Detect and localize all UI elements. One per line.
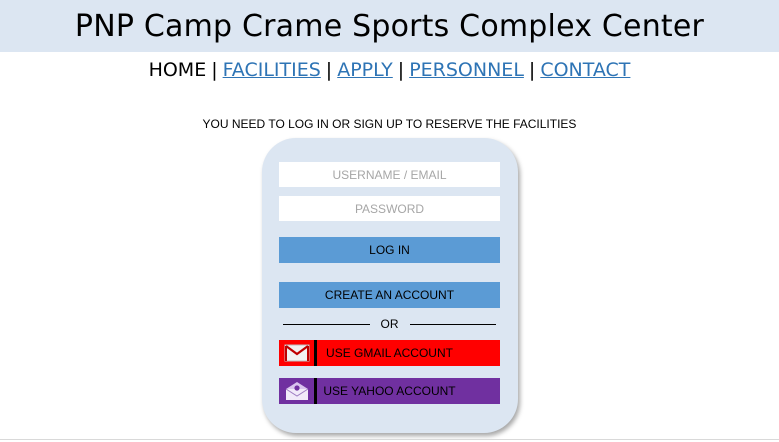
gmail-login-button[interactable]: USE GMAIL ACCOUNT [279,340,500,366]
or-divider-line-right [409,323,496,325]
yahoo-login-label: USE YAHOO ACCOUNT [323,384,456,398]
page: PNP Camp Crame Sports Complex Center HOM… [0,0,779,442]
create-account-button[interactable]: CREATE AN ACCOUNT [279,282,500,308]
login-button[interactable]: LOG IN [279,237,500,263]
nav-separator: | [325,59,333,81]
create-account-button-label: CREATE AN ACCOUNT [324,288,455,302]
yahoo-envelope-icon [279,378,317,404]
main-nav: HOME | FACILITIES | APPLY | PERSONNEL | CONTACT [0,59,779,81]
nav-separator: | [528,59,536,81]
site-title: PNP Camp Crame Sports Complex Center [74,8,705,44]
bottom-rule [0,439,779,440]
password-input[interactable] [279,196,500,221]
nav-item-facilities[interactable]: FACILITIES [223,59,321,81]
gmail-envelope-icon [279,340,317,366]
header-band: PNP Camp Crame Sports Complex Center [0,0,779,52]
nav-separator: | [211,59,218,81]
or-divider-line-left [283,323,370,325]
gmail-login-label: USE GMAIL ACCOUNT [326,346,453,360]
or-divider: OR [279,316,500,332]
nav-item-home[interactable]: HOME [149,59,207,81]
nav-item-personnel[interactable]: PERSONNEL [409,59,524,81]
login-notice: YOU NEED TO LOG IN OR SIGN UP TO RESERVE… [202,117,577,131]
yahoo-login-button[interactable]: USE YAHOO ACCOUNT [279,378,500,404]
nav-separator: | [397,59,405,81]
username-email-input[interactable] [279,162,500,187]
or-divider-label: OR [380,317,399,331]
login-button-label: LOG IN [369,243,410,257]
nav-item-apply[interactable]: APPLY [337,59,393,81]
nav-item-contact[interactable]: CONTACT [540,59,630,81]
